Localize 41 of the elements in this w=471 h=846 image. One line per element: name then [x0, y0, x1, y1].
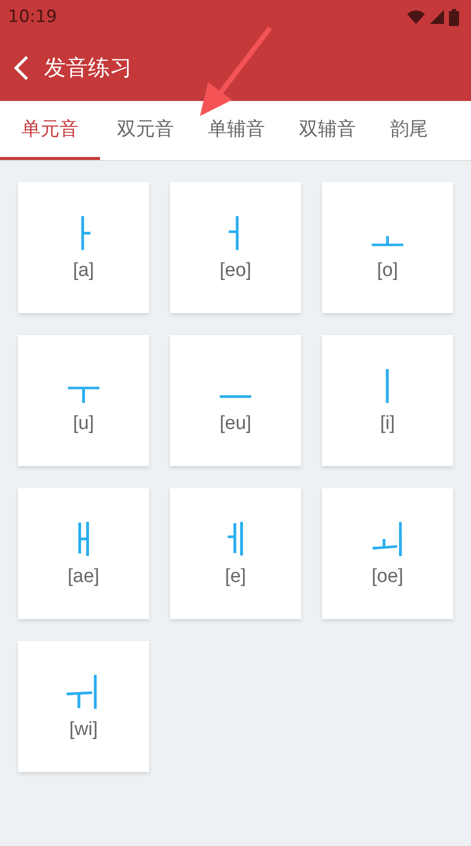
page-title: 发音练习: [44, 54, 132, 82]
signal-icon: [430, 10, 444, 24]
romanization-label: [eo]: [220, 260, 252, 282]
tab[interactable]: 双元音: [100, 101, 191, 160]
hangul-letter: ㅗ: [368, 214, 408, 254]
tab[interactable]: 单辅音: [191, 101, 282, 160]
vowel-card[interactable]: ㅚ [oe]: [322, 488, 453, 619]
romanization-label: [eu]: [220, 412, 252, 434]
hangul-letter: ㅣ: [368, 366, 408, 406]
vowel-card[interactable]: ㅔ [e]: [170, 488, 301, 619]
romanization-label: [e]: [224, 566, 246, 588]
hangul-letter: ㅟ: [64, 672, 104, 712]
vowel-card[interactable]: ㅐ [ae]: [18, 488, 149, 619]
romanization-label: [wi]: [69, 718, 98, 740]
vowel-card[interactable]: ㅓ [eo]: [170, 182, 301, 313]
vowel-card[interactable]: ㅣ [i]: [322, 335, 453, 466]
hangul-letter: ㅏ: [64, 214, 104, 254]
hangul-letter: ㅚ: [368, 520, 408, 560]
romanization-label: [oe]: [372, 566, 404, 588]
battery-icon: [449, 8, 459, 26]
romanization-label: [ae]: [68, 566, 100, 588]
hangul-letter: ㅐ: [64, 520, 104, 560]
hangul-letter: ㅓ: [216, 214, 256, 254]
romanization-label: [o]: [376, 260, 398, 282]
tab[interactable]: 双辅音: [282, 101, 373, 160]
wifi-icon: [407, 10, 425, 24]
tab[interactable]: 韵尾: [373, 101, 445, 160]
status-time: 10:19: [8, 7, 57, 27]
tab[interactable]: 单元音: [0, 101, 100, 160]
vowel-card[interactable]: ㅡ [eu]: [170, 335, 301, 466]
vowel-card[interactable]: ㅟ [wi]: [18, 641, 149, 772]
hangul-letter: ㅔ: [216, 520, 256, 560]
hangul-letter: ㅜ: [64, 366, 104, 406]
romanization-label: [i]: [380, 412, 395, 434]
vowel-card[interactable]: ㅜ [u]: [18, 335, 149, 466]
romanization-label: [u]: [72, 412, 94, 434]
hangul-letter: ㅡ: [216, 366, 256, 406]
vowel-card[interactable]: ㅏ [a]: [18, 182, 149, 313]
vowel-card[interactable]: ㅗ [o]: [322, 182, 453, 313]
romanization-label: [a]: [72, 260, 94, 282]
back-button[interactable]: [12, 54, 30, 80]
